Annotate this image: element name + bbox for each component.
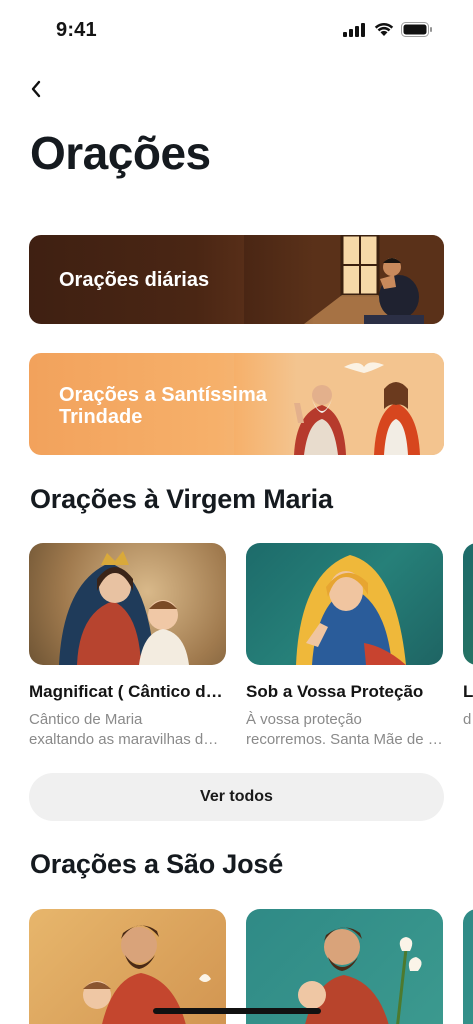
card-description: d bbox=[463, 710, 473, 730]
prayer-card[interactable] bbox=[463, 909, 473, 1024]
card-image bbox=[29, 543, 226, 665]
saint-joseph-child-illustration bbox=[83, 925, 211, 1024]
section-title-virgin-mary: Orações à Virgem Maria bbox=[30, 484, 333, 514]
status-bar: 9:41 bbox=[0, 0, 473, 62]
card-title: Sob a Vossa Proteção bbox=[246, 682, 424, 701]
chevron-left-icon bbox=[31, 80, 41, 98]
card-image bbox=[463, 543, 473, 665]
madonna-child-illustration bbox=[59, 551, 189, 665]
banner-trinity-prayers[interactable]: Orações a Santíssima Trindade bbox=[29, 353, 444, 455]
wifi-icon bbox=[374, 22, 394, 36]
page-title: Orações bbox=[30, 127, 211, 179]
battery-icon bbox=[401, 22, 432, 37]
prayer-card[interactable]: Sob a Vossa Proteção À vossa proteção re… bbox=[246, 543, 443, 750]
banner-label: Orações a Santíssima Trindade bbox=[59, 384, 267, 428]
home-indicator[interactable] bbox=[153, 1008, 321, 1014]
card-image bbox=[246, 543, 443, 665]
status-time: 9:41 bbox=[56, 19, 97, 41]
card-title: L bbox=[463, 682, 473, 701]
saint-joseph-carousel[interactable] bbox=[29, 909, 473, 1024]
praying-mary-illustration bbox=[296, 555, 406, 665]
prayer-card[interactable] bbox=[246, 909, 443, 1024]
praying-man-illustration bbox=[244, 235, 444, 324]
prayer-card[interactable] bbox=[29, 909, 226, 1024]
back-button[interactable] bbox=[22, 74, 50, 104]
card-description: Cântico de Maria exaltando as maravilhas… bbox=[29, 710, 226, 750]
card-image bbox=[246, 909, 443, 1024]
section-title-saint-joseph: Orações a São José bbox=[30, 849, 284, 879]
saint-joseph-lily-illustration bbox=[298, 927, 422, 1024]
card-image bbox=[463, 909, 473, 1024]
prayer-card[interactable]: Magnificat ( Cântico de Maria) Cântico d… bbox=[29, 543, 226, 750]
see-all-button[interactable]: Ver todos bbox=[29, 773, 444, 821]
banner-daily-prayers[interactable]: Orações diárias bbox=[29, 235, 444, 324]
virgin-mary-carousel[interactable]: Magnificat ( Cântico de Maria) Cântico d… bbox=[29, 543, 473, 753]
card-image bbox=[29, 909, 226, 1024]
prayer-card[interactable]: L d bbox=[463, 543, 473, 730]
card-desc-line: recorremos. Santa Mãe de Deus bbox=[246, 731, 443, 748]
card-desc-line: À vossa proteção bbox=[246, 711, 362, 728]
signal-icon bbox=[343, 22, 365, 37]
card-description: À vossa proteção recorremos. Santa Mãe d… bbox=[246, 710, 443, 750]
card-desc-line: Cântico de Maria bbox=[29, 711, 143, 728]
status-icons bbox=[343, 22, 433, 37]
card-title: Magnificat ( Cântico de Maria) bbox=[29, 682, 226, 701]
banner-label: Orações diárias bbox=[59, 269, 210, 291]
card-desc-line: d bbox=[463, 711, 472, 728]
card-desc-line: exaltando as maravilhas de Deus bbox=[29, 731, 226, 748]
